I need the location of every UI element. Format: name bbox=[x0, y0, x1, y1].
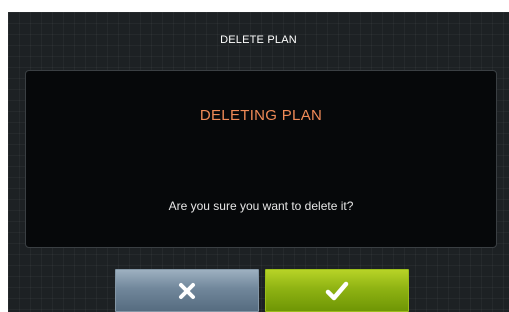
dialog-title: DELETE PLAN bbox=[220, 34, 297, 46]
top-strip bbox=[0, 0, 509, 12]
confirm-button[interactable] bbox=[265, 269, 409, 312]
message-panel: DELETING PLAN Are you sure you want to d… bbox=[25, 70, 497, 248]
close-icon bbox=[179, 282, 195, 299]
confirmation-message: Are you sure you want to delete it? bbox=[168, 199, 354, 213]
checkmark-icon bbox=[325, 281, 349, 300]
dialog-window: DELETE PLAN DELETING PLAN Are you sure y… bbox=[8, 12, 509, 312]
panel-heading: DELETING PLAN bbox=[199, 107, 323, 124]
cancel-button[interactable] bbox=[115, 269, 259, 312]
